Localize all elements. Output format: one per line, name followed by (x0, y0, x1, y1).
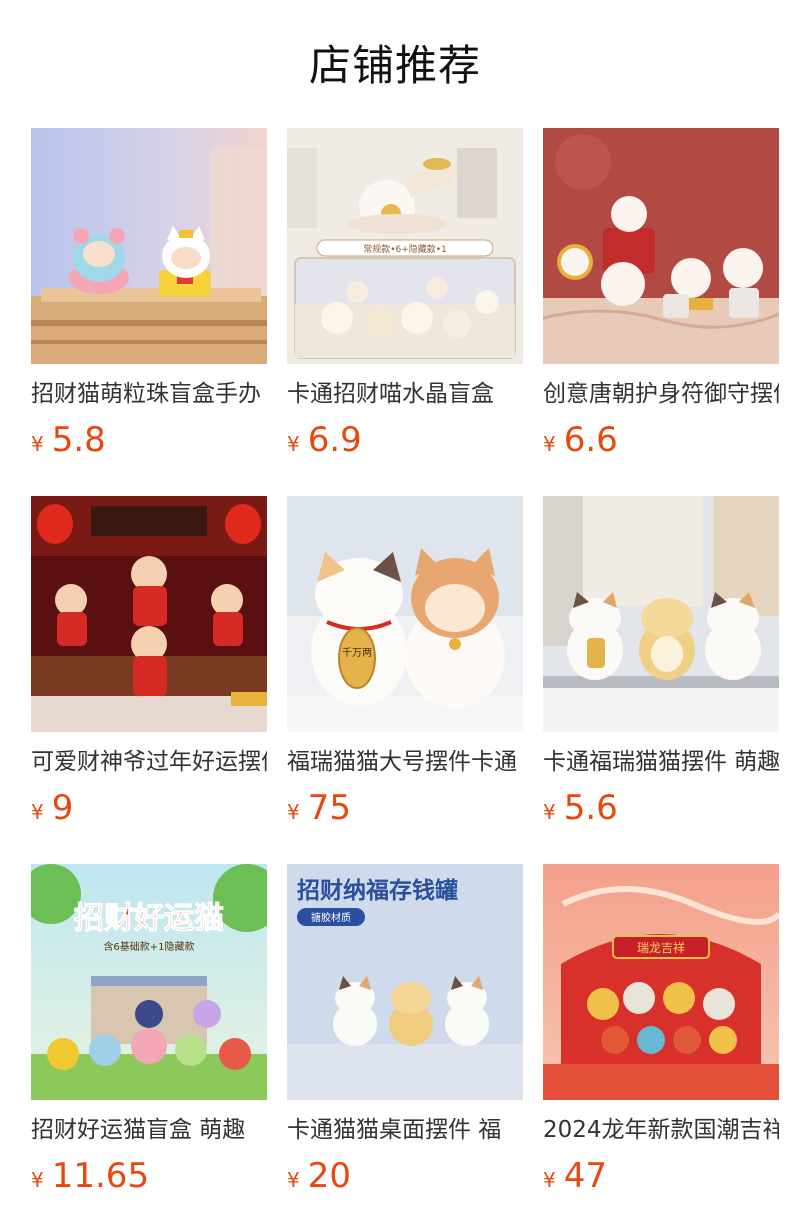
product-name[interactable]: 卡通猫猫桌面摆件 福 (287, 1114, 523, 1148)
product-price: ¥11.65 (31, 1154, 267, 1198)
product-name[interactable]: 招财好运猫盲盒 萌趣 (31, 1114, 267, 1148)
product-image[interactable] (31, 128, 267, 364)
currency-symbol: ¥ (31, 432, 44, 456)
plaque-text: 瑞龙吉祥 (637, 941, 685, 955)
poster-tag: 搪胶材质 (311, 911, 351, 924)
price-value: 5.6 (563, 788, 618, 828)
price-value: 75 (307, 788, 351, 828)
product-name[interactable]: 福瑞猫猫大号摆件卡通 (287, 746, 523, 780)
product-name[interactable]: 卡通福瑞猫猫摆件 萌趣 (543, 746, 779, 780)
coin-text: 千万两 (342, 647, 372, 659)
currency-symbol: ¥ (287, 800, 300, 824)
currency-symbol: ¥ (287, 432, 300, 456)
product-price: ¥6.9 (287, 418, 523, 462)
store-recommend-page: 店铺推荐 招财猫萌粒珠盲盒手办 ¥ 5.8 常规款•6+隐藏款•1 卡通招财喵水… (0, 0, 790, 1232)
tang-lucky-cat-set-image (543, 128, 779, 364)
three-cats-desk-image (543, 496, 779, 732)
currency-symbol: ¥ (31, 1168, 44, 1192)
product-card[interactable]: 常规款•6+隐藏款•1 卡通招财喵水晶盲盒 ¥6.9 (287, 128, 523, 496)
product-image[interactable]: 招财纳福存钱罐 搪胶材质 (287, 864, 523, 1100)
product-card[interactable]: 瑞龙吉祥 2024龙年新款国潮吉祥 ¥47 (543, 864, 779, 1232)
product-image[interactable]: 千万两 (287, 496, 523, 732)
product-card[interactable]: 招财纳福存钱罐 搪胶材质 卡通猫猫桌面摆件 福 ¥ 20 (287, 864, 523, 1232)
price-value: 6.6 (563, 420, 618, 460)
poster-title: 招财纳福存钱罐 (297, 877, 458, 904)
product-card[interactable]: 招财好运猫 含6基础款+1隐藏款 招财好运猫盲盒 萌趣 ¥11.65 (31, 864, 267, 1232)
product-image[interactable]: 常规款•6+隐藏款•1 (287, 128, 523, 364)
large-cat-figurines-image: 千万两 (287, 496, 523, 732)
price-value: 6.9 (307, 420, 362, 460)
product-name[interactable]: 2024龙年新款国潮吉祥 (543, 1114, 779, 1148)
cat-piggy-bank-image: 招财纳福存钱罐 搪胶材质 (287, 864, 523, 1100)
currency-symbol: ¥ (287, 1168, 300, 1192)
lucky-cat-pair-figurine-image (31, 128, 267, 364)
price-value: 47 (563, 1156, 607, 1196)
god-of-wealth-figures-image (31, 496, 267, 732)
product-image[interactable]: 瑞龙吉祥 (543, 864, 779, 1100)
banner-text: 常规款•6+隐藏款•1 (363, 243, 447, 255)
product-price: ¥5.8 (31, 418, 267, 462)
product-name[interactable]: 卡通招财喵水晶盲盒 (287, 378, 523, 412)
product-price: ¥20 (287, 1154, 523, 1198)
poster-title: 招财好运猫 (74, 901, 224, 936)
dragon-year-display-image: 瑞龙吉祥 (543, 864, 779, 1100)
product-card[interactable]: 可爱财神爷过年好运摆件 ¥9 (31, 496, 267, 864)
product-name[interactable]: 招财猫萌粒珠盲盒手办 (31, 378, 267, 412)
page-title: 店铺推荐 (308, 41, 481, 90)
product-image[interactable]: 招财好运猫 含6基础款+1隐藏款 (31, 864, 267, 1100)
currency-symbol: ¥ (31, 800, 44, 824)
product-image[interactable] (543, 128, 779, 364)
price-value: 5.8 (51, 420, 106, 460)
lucky-cat-blindbox-poster-image: 招财好运猫 含6基础款+1隐藏款 (31, 864, 267, 1100)
product-image[interactable] (543, 496, 779, 732)
product-card[interactable]: 创意唐朝护身符御守摆件 ¥6.6 (543, 128, 779, 496)
product-name[interactable]: 创意唐朝护身符御守摆件 (543, 378, 779, 412)
price-value: 20 (307, 1156, 351, 1196)
product-image[interactable] (31, 496, 267, 732)
currency-symbol: ¥ (543, 1168, 556, 1192)
product-grid: 招财猫萌粒珠盲盒手办 ¥5.8 常规款•6+隐藏款•1 卡通招财喵水晶盲盒 ¥ … (31, 128, 790, 1232)
product-price: ¥6.6 (543, 418, 779, 462)
product-price: ¥47 (543, 1154, 779, 1198)
poster-subtitle: 含6基础款+1隐藏款 (103, 940, 194, 953)
product-card[interactable]: 卡通福瑞猫猫摆件 萌趣 ¥5.6 (543, 496, 779, 864)
product-name[interactable]: 可爱财神爷过年好运摆件 (31, 746, 267, 780)
product-price: ¥5.6 (543, 786, 779, 830)
price-value: 9 (51, 788, 74, 828)
currency-symbol: ¥ (543, 432, 556, 456)
lucky-cat-crystal-blindbox-image: 常规款•6+隐藏款•1 (287, 128, 523, 364)
product-price: ¥9 (31, 786, 267, 830)
currency-symbol: ¥ (543, 800, 556, 824)
price-value: 11.65 (51, 1156, 150, 1196)
product-card[interactable]: 千万两 福瑞猫猫大号摆件卡通 ¥75 (287, 496, 523, 864)
product-price: ¥75 (287, 786, 523, 830)
product-card[interactable]: 招财猫萌粒珠盲盒手办 ¥5.8 (31, 128, 267, 496)
